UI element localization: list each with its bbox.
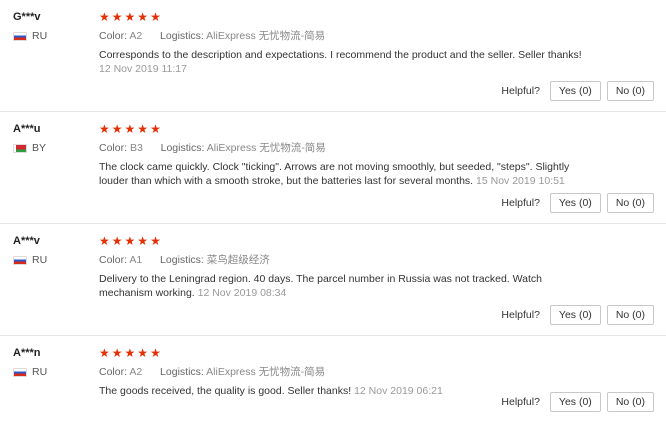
- buyer-name: G***v: [13, 11, 41, 23]
- review-meta: Color: B3 Logistics: AliExpress 无忧物流-简易: [99, 140, 648, 155]
- buyer-country: BY: [13, 142, 93, 154]
- color-label: Color:: [99, 142, 128, 154]
- color-label: Color:: [99, 366, 128, 378]
- logistics-label: Logistics:: [160, 30, 204, 42]
- buyer-info: A***n RU: [13, 347, 93, 378]
- review-meta: Color: A2 Logistics: AliExpress 无忧物流-简易: [99, 364, 648, 379]
- logistics-value: AliExpress 无忧物流-简易: [206, 142, 326, 154]
- country-code: RU: [32, 366, 48, 378]
- review-body: Delivery to the Leningrad region. 40 day…: [99, 273, 542, 299]
- country-code: RU: [32, 30, 48, 42]
- review-meta: Color: A2 Logistics: AliExpress 无忧物流-简易: [99, 28, 648, 43]
- star-icon: ★: [137, 234, 149, 248]
- review-meta: Color: A1 Logistics: 菜鸟超级经济: [99, 252, 648, 267]
- buyer-country: RU: [13, 366, 93, 378]
- buyer-country: RU: [13, 30, 93, 42]
- helpful-label: Helpful?: [501, 197, 540, 209]
- helpful-controls: Helpful? Yes (0) No (0): [501, 193, 654, 213]
- star-icon: ★: [111, 234, 123, 248]
- review-content: ★ ★ ★ ★ ★ Color: A2 Logistics: AliExpres…: [99, 11, 648, 76]
- helpful-controls: Helpful? Yes (0) No (0): [501, 392, 654, 412]
- star-icon: ★: [111, 10, 123, 24]
- star-icon: ★: [137, 346, 149, 360]
- star-icon: ★: [150, 346, 161, 360]
- review-item: G***v RU ★ ★ ★ ★ ★ Color: A2 Logistics: …: [0, 0, 666, 112]
- review-text: Delivery to the Leningrad region. 40 day…: [99, 273, 589, 300]
- logistics-label: Logistics:: [160, 142, 205, 154]
- star-icon: ★: [150, 234, 161, 248]
- logistics-value: 菜鸟超级经济: [206, 254, 270, 266]
- star-icon: ★: [124, 346, 136, 360]
- helpful-no-button[interactable]: No (0): [606, 392, 654, 412]
- buyer-country: RU: [13, 254, 93, 266]
- review-item: A***v RU ★ ★ ★ ★ ★ Color: A1 Logistics: …: [0, 224, 666, 336]
- star-icon: ★: [99, 346, 110, 360]
- star-rating: ★ ★ ★ ★ ★: [99, 235, 648, 247]
- star-icon: ★: [99, 122, 110, 136]
- review-body: Corresponds to the description and expec…: [99, 49, 582, 61]
- star-icon: ★: [137, 10, 149, 24]
- flag-ru-icon: [13, 367, 27, 377]
- helpful-yes-button[interactable]: Yes (0): [549, 193, 601, 213]
- review-content: ★ ★ ★ ★ ★ Color: A2 Logistics: AliExpres…: [99, 347, 648, 399]
- helpful-label: Helpful?: [501, 396, 540, 408]
- star-icon: ★: [124, 234, 136, 248]
- star-icon: ★: [124, 10, 136, 24]
- star-icon: ★: [124, 122, 136, 136]
- review-text: The clock came quickly. Clock "ticking".…: [99, 161, 589, 188]
- flag-ru-icon: [13, 31, 27, 41]
- review-date: 12 Nov 2019 11:17: [99, 62, 187, 75]
- review-item: A***n RU ★ ★ ★ ★ ★ Color: A2 Logistics: …: [0, 336, 666, 422]
- flag-ru-icon: [13, 255, 27, 265]
- helpful-controls: Helpful? Yes (0) No (0): [501, 81, 654, 101]
- buyer-info: A***v RU: [13, 235, 93, 266]
- review-text: Corresponds to the description and expec…: [99, 49, 589, 76]
- review-content: ★ ★ ★ ★ ★ Color: B3 Logistics: AliExpres…: [99, 123, 648, 188]
- helpful-yes-button[interactable]: Yes (0): [549, 392, 601, 412]
- logistics-value: AliExpress 无忧物流-简易: [206, 30, 326, 42]
- logistics-label: Logistics:: [160, 366, 204, 378]
- helpful-no-button[interactable]: No (0): [606, 193, 654, 213]
- buyer-name: A***u: [13, 123, 41, 135]
- country-code: BY: [32, 142, 47, 154]
- star-icon: ★: [111, 122, 123, 136]
- review-list: G***v RU ★ ★ ★ ★ ★ Color: A2 Logistics: …: [0, 0, 666, 422]
- review-body: The goods received, the quality is good.…: [99, 385, 352, 397]
- star-icon: ★: [150, 122, 161, 136]
- color-value: A2: [129, 30, 143, 42]
- review-date: 12 Nov 2019 08:34: [197, 286, 287, 299]
- star-icon: ★: [99, 10, 110, 24]
- review-date: 15 Nov 2019 10:51: [476, 174, 565, 187]
- star-icon: ★: [150, 10, 161, 24]
- color-label: Color:: [99, 254, 128, 266]
- buyer-name: A***n: [13, 347, 41, 359]
- color-value: A2: [129, 366, 143, 378]
- star-rating: ★ ★ ★ ★ ★: [99, 123, 648, 135]
- color-value: B3: [129, 142, 143, 154]
- helpful-label: Helpful?: [501, 309, 540, 321]
- review-content: ★ ★ ★ ★ ★ Color: A1 Logistics: 菜鸟超级经济 De…: [99, 235, 648, 300]
- logistics-label: Logistics:: [160, 254, 204, 266]
- helpful-yes-button[interactable]: Yes (0): [549, 305, 601, 325]
- star-rating: ★ ★ ★ ★ ★: [99, 11, 648, 23]
- color-label: Color:: [99, 30, 128, 42]
- buyer-info: A***u BY: [13, 123, 93, 154]
- star-rating: ★ ★ ★ ★ ★: [99, 347, 648, 359]
- star-icon: ★: [137, 122, 149, 136]
- flag-by-icon: [13, 143, 27, 153]
- star-icon: ★: [99, 234, 110, 248]
- logistics-value: AliExpress 无忧物流-简易: [206, 366, 326, 378]
- country-code: RU: [32, 254, 48, 266]
- buyer-info: G***v RU: [13, 11, 93, 42]
- star-icon: ★: [111, 346, 123, 360]
- buyer-name: A***v: [13, 235, 40, 247]
- helpful-controls: Helpful? Yes (0) No (0): [501, 305, 654, 325]
- helpful-yes-button[interactable]: Yes (0): [549, 81, 601, 101]
- color-value: A1: [129, 254, 143, 266]
- helpful-label: Helpful?: [501, 85, 540, 97]
- helpful-no-button[interactable]: No (0): [606, 81, 654, 101]
- helpful-no-button[interactable]: No (0): [606, 305, 654, 325]
- review-date: 12 Nov 2019 06:21: [354, 385, 443, 397]
- review-item: A***u BY ★ ★ ★ ★ ★ Color: B3 Logistics: …: [0, 112, 666, 224]
